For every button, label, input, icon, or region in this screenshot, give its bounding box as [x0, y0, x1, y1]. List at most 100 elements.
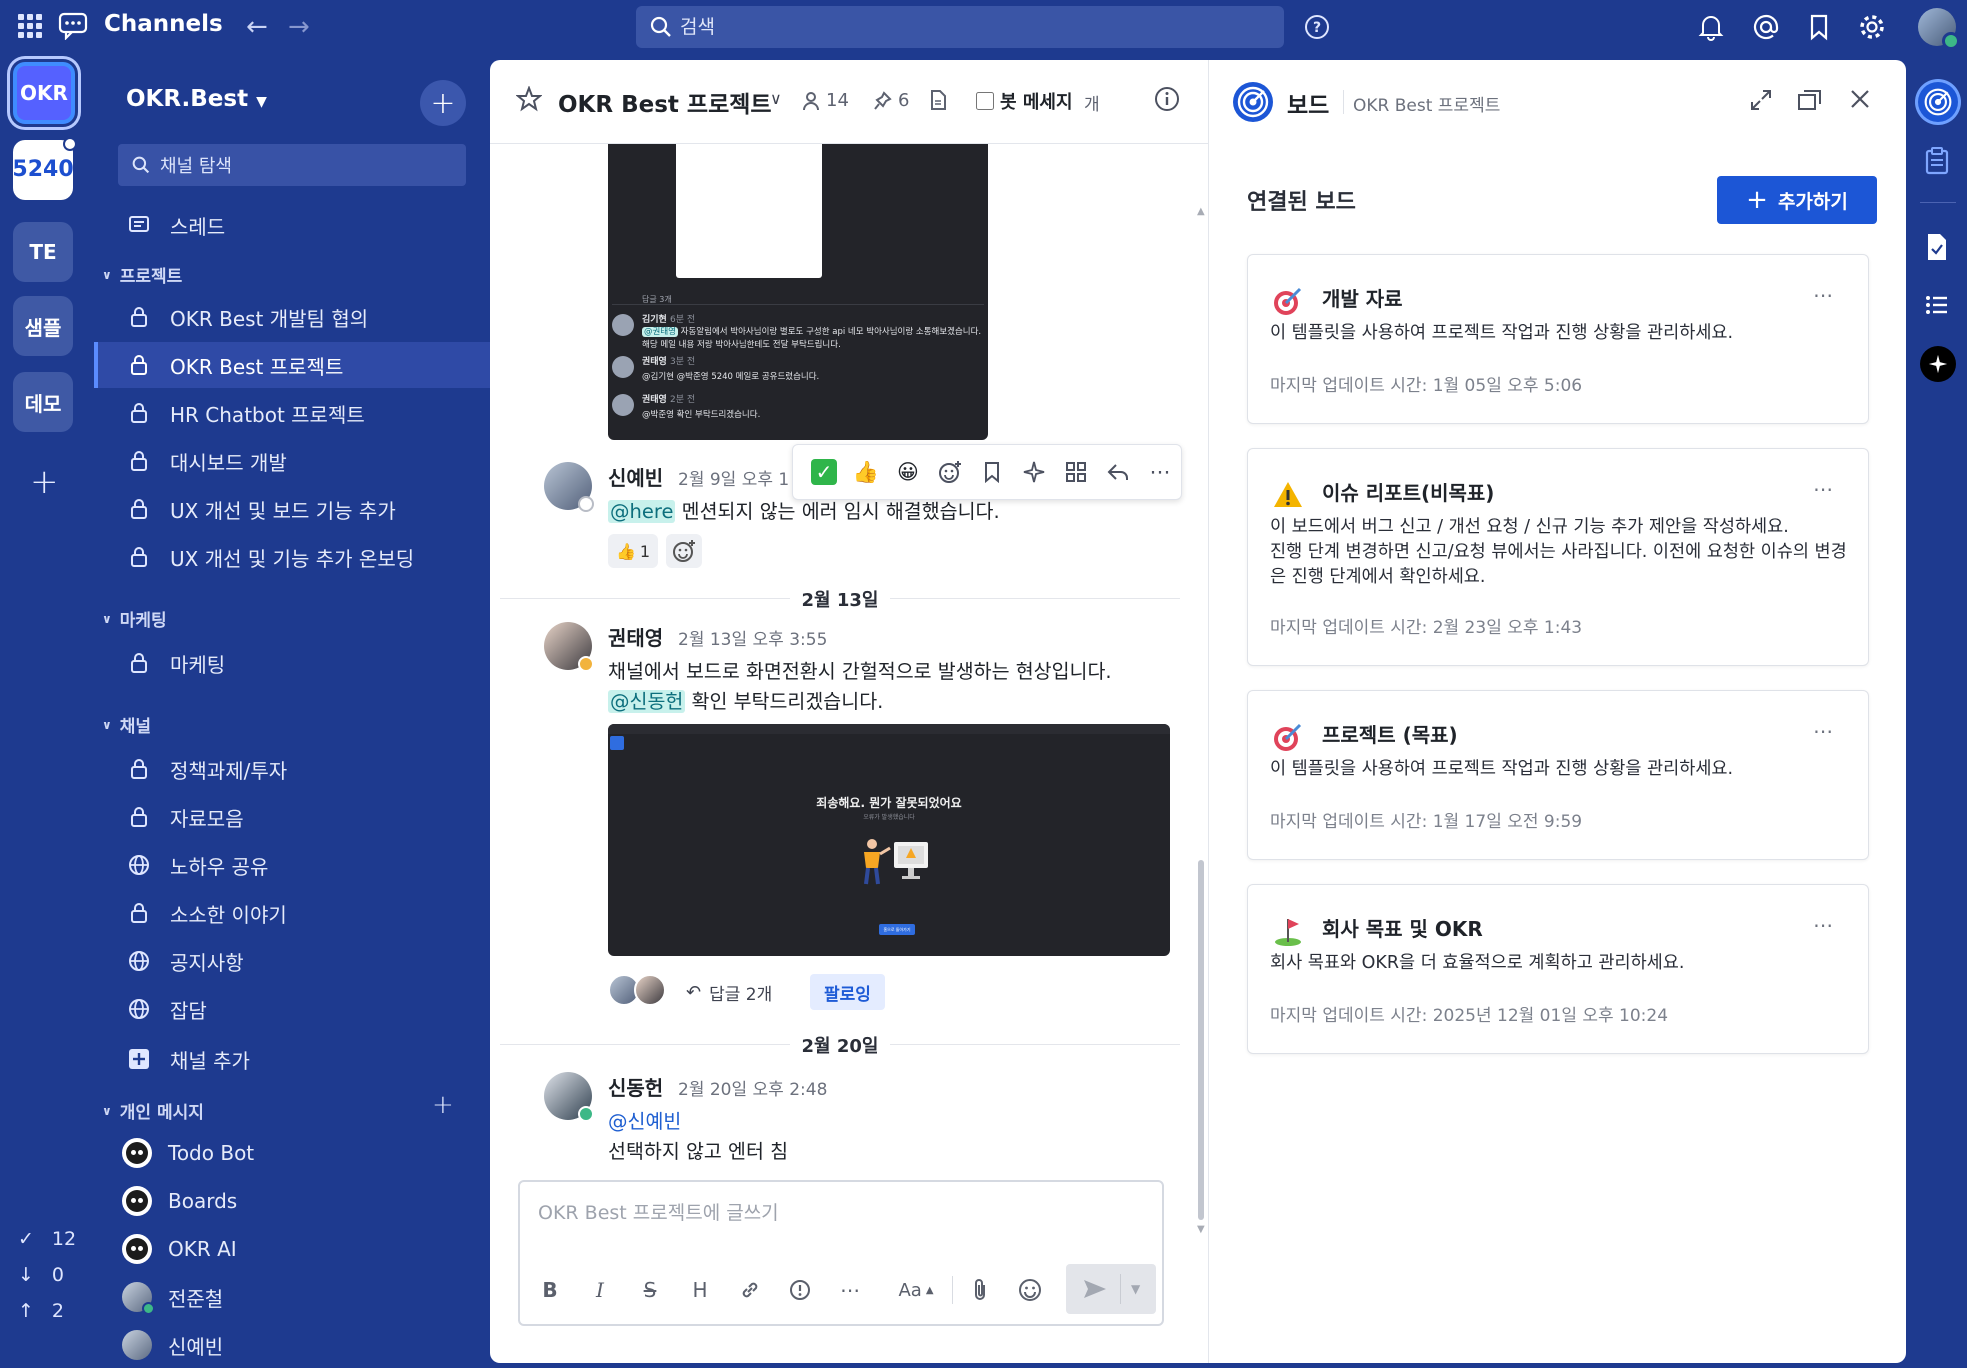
sidebar-item-okr-project[interactable]: OKR Best 프로젝트	[94, 342, 490, 388]
message-author[interactable]: 권태영	[608, 622, 663, 651]
scroll-down-icon[interactable]: ▼	[1197, 1224, 1205, 1235]
sidebar-item-ux-onboarding[interactable]: UX 개선 및 기능 추가 온보딩	[94, 534, 490, 580]
scroll-thumb[interactable]	[1198, 860, 1204, 1220]
smile-reaction-icon[interactable]: 😀	[887, 451, 929, 493]
section-header-project[interactable]: ∨ 프로젝트	[102, 262, 182, 287]
reaction-thumbs-up[interactable]: 👍 1	[608, 534, 659, 568]
clipboard-icon[interactable]	[1920, 144, 1954, 178]
check-mark-reaction-icon[interactable]: ✓	[803, 451, 845, 493]
sidebar-item-small-talk[interactable]: 소소한 이야기	[94, 890, 490, 936]
ai-sparkle-icon[interactable]	[1013, 451, 1055, 493]
bot-message-checkbox[interactable]	[976, 92, 994, 110]
more-options-icon[interactable]: ⋯	[1813, 283, 1834, 307]
up-counter[interactable]: ↑ 2	[18, 1300, 64, 1322]
find-channel-box[interactable]: 채널 탐색	[118, 144, 466, 186]
send-button[interactable]: ▼	[1066, 1264, 1156, 1314]
more-actions-icon[interactable]: ⋯	[1139, 451, 1181, 493]
sidebar-item-dashboard[interactable]: 대시보드 개발	[94, 438, 490, 484]
more-options-icon[interactable]: ⋯	[1813, 477, 1834, 501]
sidebar-item-hr-chatbot[interactable]: HR Chatbot 프로젝트	[94, 390, 490, 436]
sidebar-item-knowhow[interactable]: 노하우 공유	[94, 842, 490, 888]
done-counter[interactable]: ✓ 12	[18, 1228, 76, 1250]
heading-icon[interactable]: H	[682, 1272, 718, 1308]
back-arrow-icon[interactable]: ←	[246, 12, 268, 42]
more-formatting-icon[interactable]: ⋯	[832, 1272, 868, 1308]
attached-error-screenshot[interactable]: 죄송해요. 뭔가 잘못되었어요 오류가 발생했습니다 홈으로 돌아가기	[608, 724, 1170, 956]
save-bookmark-icon[interactable]	[971, 451, 1013, 493]
close-icon[interactable]	[1849, 88, 1871, 110]
chevron-down-icon[interactable]: ∨	[770, 89, 782, 108]
add-reaction-button[interactable]	[666, 534, 702, 568]
bell-icon[interactable]	[1698, 13, 1724, 41]
add-board-button[interactable]: + 추가하기	[1717, 176, 1877, 224]
product-menu-grid-icon[interactable]	[18, 14, 42, 38]
list-icon[interactable]	[1920, 288, 1954, 322]
strikethrough-icon[interactable]: S	[632, 1272, 668, 1308]
settings-gear-icon[interactable]	[1858, 13, 1886, 41]
info-icon[interactable]	[1154, 86, 1180, 112]
message-author[interactable]: 신동헌	[608, 1072, 663, 1101]
ai-sparkle-icon[interactable]	[1920, 346, 1956, 382]
sidebar-item-marketing[interactable]: 마케팅	[94, 640, 490, 686]
more-options-icon[interactable]: ⋯	[1813, 913, 1834, 937]
pinned-count[interactable]: 6	[874, 90, 909, 111]
add-new-button[interactable]: +	[420, 80, 466, 126]
mention-here[interactable]: @here	[608, 500, 676, 523]
bookmark-icon[interactable]	[1808, 13, 1830, 41]
add-dm-plus-icon[interactable]: +	[432, 1090, 454, 1120]
add-reaction-icon[interactable]	[929, 451, 971, 493]
section-header-dm[interactable]: ∨ 개인 메시지	[102, 1098, 204, 1123]
message-input[interactable]	[538, 1198, 1138, 1238]
dm-item-okr-ai[interactable]: OKR AI	[94, 1226, 490, 1272]
down-counter[interactable]: ↓ 0	[18, 1264, 64, 1286]
sidebar-item-chat[interactable]: 잡담	[94, 986, 490, 1032]
boards-target-icon[interactable]	[1918, 82, 1958, 122]
apps-grid-icon[interactable]	[1055, 451, 1097, 493]
thread-replies-link[interactable]: ↶ 답글 2개	[686, 980, 772, 1005]
sidebar-item-threads[interactable]: 스레드	[94, 202, 490, 248]
chevron-down-icon[interactable]: ▼	[1131, 1282, 1140, 1296]
attachment-icon[interactable]	[962, 1272, 998, 1308]
section-header-marketing[interactable]: ∨ 마케팅	[102, 606, 167, 631]
channel-title[interactable]: OKR Best 프로젝트	[558, 85, 772, 119]
search-input[interactable]	[680, 16, 1240, 38]
user-avatar[interactable]	[1918, 8, 1960, 50]
sidebar-item-okr-dev[interactable]: OKR Best 개발팀 협의	[94, 294, 490, 340]
board-card[interactable]: 개발 자료 ⋯ 이 템플릿을 사용하여 프로젝트 작업과 진행 상황을 관리하세…	[1247, 254, 1869, 424]
sidebar-item-policy[interactable]: 정책과제/투자	[94, 746, 490, 792]
message-author[interactable]: 신예빈	[608, 462, 663, 491]
bold-icon[interactable]: B	[532, 1272, 568, 1308]
team-5240[interactable]: 5240	[12, 137, 77, 200]
more-options-icon[interactable]: ⋯	[1813, 719, 1834, 743]
sidebar-item-resources[interactable]: 자료모음	[94, 794, 490, 840]
help-icon[interactable]: ?	[1304, 14, 1330, 40]
document-icon[interactable]	[1920, 230, 1954, 264]
mention-at-icon[interactable]	[1752, 13, 1780, 41]
team-te[interactable]: TE	[13, 222, 73, 282]
dm-item-todo-bot[interactable]: Todo Bot	[94, 1130, 490, 1176]
formatting-toggle[interactable]: Aa ▲	[892, 1272, 940, 1308]
section-header-channels[interactable]: ∨ 채널	[102, 712, 151, 737]
team-demo[interactable]: 데모	[13, 372, 73, 432]
thumbs-up-reaction-icon[interactable]: 👍	[845, 451, 887, 493]
dm-item-user-1[interactable]: 전준철	[94, 1274, 490, 1320]
attached-thread-screenshot[interactable]: 답글 3개 김기현 6분 전 @권태영 자동알림에서 박아사님이랑 별로도 구성…	[608, 144, 988, 440]
popout-window-icon[interactable]	[1797, 88, 1823, 112]
add-team-plus-icon[interactable]: +	[30, 462, 59, 502]
team-name-menu[interactable]: OKR.Best ▼	[126, 86, 267, 112]
add-channel-button[interactable]: 채널 추가	[94, 1036, 490, 1082]
board-card[interactable]: 이슈 리포트(비목표) ⋯ 이 보드에서 버그 신고 / 개선 요청 / 신규 …	[1247, 448, 1869, 666]
sidebar-item-notice[interactable]: 공지사항	[94, 938, 490, 984]
star-icon[interactable]	[516, 86, 542, 112]
following-button[interactable]: 팔로잉	[810, 974, 885, 1010]
emoji-icon[interactable]	[1012, 1272, 1048, 1308]
reply-arrow-icon[interactable]	[1097, 451, 1139, 493]
scroll-up-icon[interactable]: ▲	[1197, 206, 1205, 217]
dm-item-boards[interactable]: Boards	[94, 1178, 490, 1224]
message-time[interactable]: 2월 20일 오후 2:48	[678, 1075, 827, 1100]
message-time[interactable]: 2월 9일 오후 1	[678, 465, 789, 490]
board-card[interactable]: 회사 목표 및 OKR ⋯ 회사 목표와 OKR을 더 효율적으로 계획하고 관…	[1247, 884, 1869, 1054]
link-icon[interactable]	[732, 1272, 768, 1308]
forward-arrow-icon[interactable]: →	[288, 12, 310, 42]
message-time[interactable]: 2월 13일 오후 3:55	[678, 625, 827, 650]
